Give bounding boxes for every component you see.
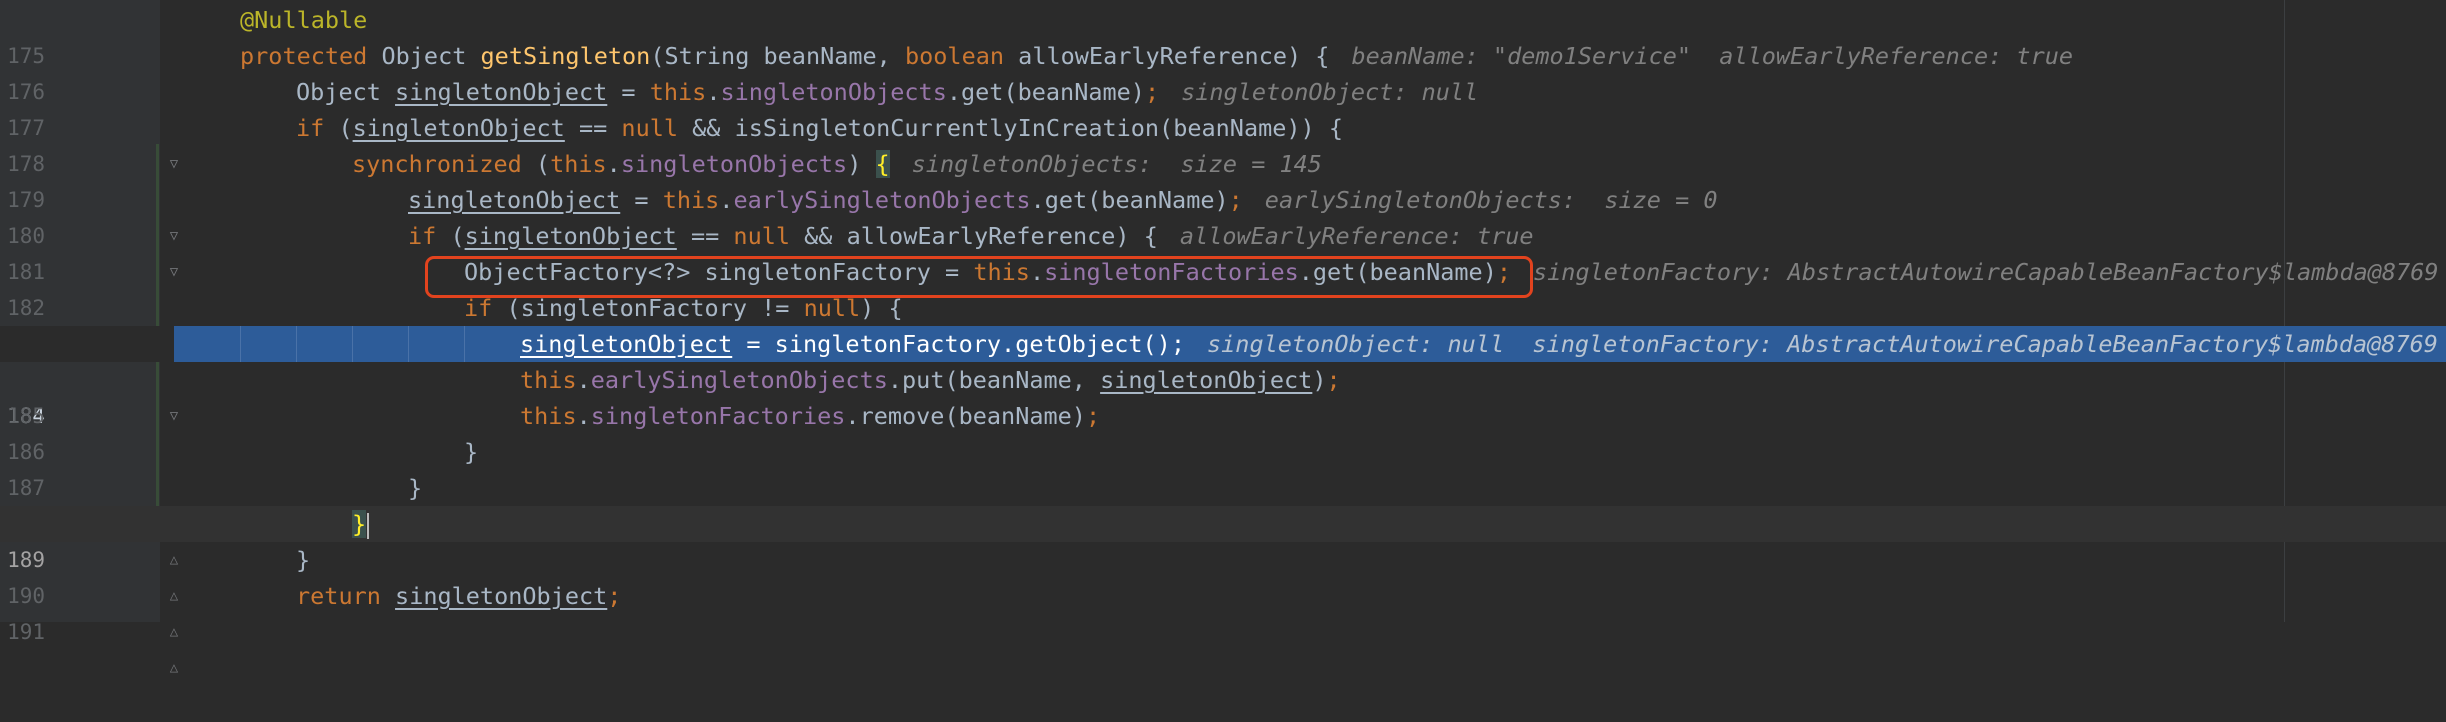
code-line[interactable]: 180 singletonObject = this.earlySingleto… — [0, 182, 2446, 248]
debug-inline-value: earlySingletonObjects: size = 0 — [1264, 186, 1718, 214]
code-line[interactable]: 175 @Nullable — [0, 2, 2446, 68]
code-line[interactable]: 186 this.singletonFactories.remove(beanN… — [0, 398, 2446, 464]
debug-inline-value: singletonObject: null singletonFactory: … — [1207, 330, 2438, 358]
debug-inline-value: singletonObject: null — [1181, 78, 1479, 106]
current-caret-line[interactable]: 189 △ } — [0, 506, 2446, 640]
line-code: protected Object getSingleton(String bea… — [240, 42, 2074, 70]
line-code: if (singletonObject == null && isSinglet… — [296, 114, 1343, 142]
line-code: this.singletonFactories.remove(beanName)… — [520, 402, 1101, 430]
code-line[interactable]: 176 ▽ protected Object getSingleton(Stri… — [0, 38, 2446, 172]
debug-inline-value: beanName: "demo1Service" allowEarlyRefer… — [1351, 42, 2074, 70]
line-code: singletonObject = this.earlySingletonObj… — [408, 186, 1718, 214]
code-line[interactable]: 177 Object singletonObject = this.single… — [0, 74, 2446, 140]
debug-inline-value: singletonObjects: size = 145 — [911, 150, 1322, 178]
matched-brace: } — [352, 510, 367, 538]
line-code: } — [464, 438, 479, 466]
code-line[interactable]: 185 this.earlySingletonObjects.put(beanN… — [0, 362, 2446, 428]
code-line[interactable]: 179 ▽ synchronized (this.singletonObject… — [0, 146, 2446, 280]
line-code: Object singletonObject = this.singletonO… — [296, 78, 1479, 106]
text-caret — [367, 512, 370, 539]
line-code: singletonObject = singletonFactory.getOb… — [520, 330, 2438, 358]
code-line[interactable]: 188 △ } — [0, 470, 2446, 604]
code-line[interactable]: 187 △ } — [0, 434, 2446, 568]
code-editor[interactable]: 175 @Nullable 176 ▽ protected Object get… — [0, 0, 2446, 676]
highlight-annotation-box — [425, 256, 1533, 298]
line-code: } — [352, 506, 370, 542]
code-line[interactable]: 181 ▽ if (singletonObject == null && all… — [0, 218, 2446, 352]
line-code: this.earlySingletonObjects.put(beanName,… — [520, 366, 1341, 394]
debug-inline-value: allowEarlyReference: true — [1179, 222, 1534, 250]
code-line[interactable]: 191 return singletonObject; — [0, 578, 2446, 644]
line-code: synchronized (this.singletonObjects) {si… — [352, 150, 1322, 178]
execution-point-line[interactable]: 184 singletonObject = singletonFactory.g… — [0, 326, 2446, 428]
code-line[interactable]: 178 ▽ if (singletonObject == null && isS… — [0, 110, 2446, 244]
code-line[interactable]: 190 △ } — [0, 542, 2446, 676]
line-code: @Nullable — [240, 6, 368, 34]
fold-end-marker-icon[interactable]: △ — [167, 614, 181, 650]
fold-end-marker-icon[interactable]: △ — [167, 650, 181, 686]
line-code: } — [296, 546, 311, 574]
line-code: return singletonObject; — [296, 582, 622, 610]
line-code: if (singletonObject == null && allowEarl… — [408, 222, 1534, 250]
debug-inline-value: singletonFactory: AbstractAutowireCapabl… — [1533, 258, 2439, 286]
line-code: } — [408, 474, 423, 502]
matched-brace: { — [875, 150, 890, 178]
line-number: 191 — [7, 620, 45, 644]
